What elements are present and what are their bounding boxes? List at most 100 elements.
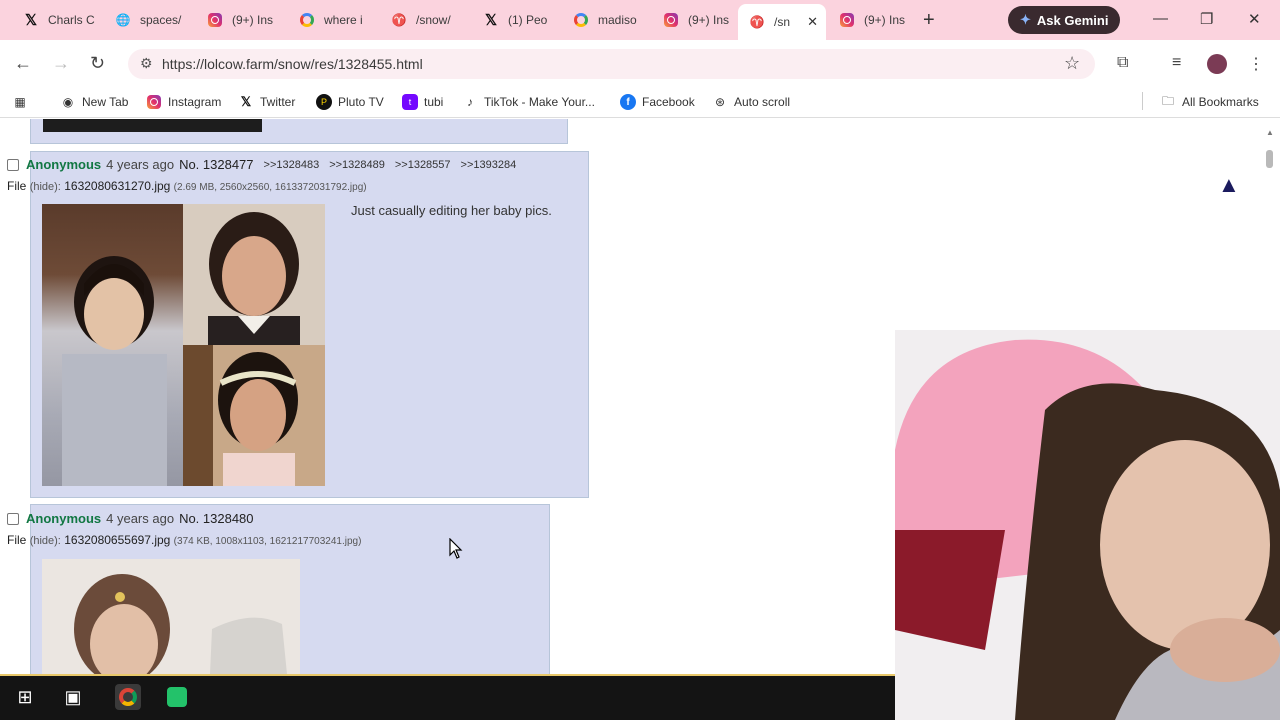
- instagram-icon: [146, 94, 162, 110]
- task-view-icon[interactable]: ▣: [60, 684, 86, 710]
- ask-gemini-button[interactable]: ✦ Ask Gemini: [1008, 6, 1120, 34]
- post-image-child-portrait-3[interactable]: [183, 345, 325, 486]
- tab-label: madiso: [598, 13, 637, 27]
- tab-label: Charls C: [48, 13, 95, 27]
- poster-name: Anonymous: [26, 511, 102, 526]
- backlink[interactable]: >>1328483: [264, 159, 320, 171]
- tab-instagram-1[interactable]: (9+) Ins: [196, 6, 284, 34]
- site-info-icon[interactable]: ⚙: [140, 55, 153, 72]
- forward-icon[interactable]: →: [52, 53, 70, 74]
- tab-google-madison[interactable]: madiso: [562, 6, 650, 34]
- all-bookmarks[interactable]: 🗀 All Bookmarks: [1160, 94, 1259, 110]
- previous-post-image: [43, 119, 262, 132]
- hide-link[interactable]: (hide):: [30, 181, 61, 193]
- apps-icon[interactable]: ▦: [12, 94, 28, 110]
- mouse-cursor-icon: [449, 537, 463, 565]
- file-label: File: [7, 533, 27, 547]
- tab-instagram-2[interactable]: (9+) Ins: [652, 6, 740, 34]
- restore-icon[interactable]: ❐: [1200, 10, 1213, 28]
- tab-label: /snow/: [416, 13, 451, 27]
- backlink[interactable]: >>1328557: [395, 159, 451, 171]
- menu-icon[interactable]: ⋮: [1248, 54, 1264, 74]
- close-window-icon[interactable]: ✕: [1248, 10, 1261, 28]
- file-link[interactable]: 1632080631270.jpg: [64, 179, 170, 193]
- file-meta: (374 KB, 1008x1103, 1621217703241.jpg): [173, 536, 362, 547]
- backlink[interactable]: >>1393284: [461, 159, 517, 171]
- bookmark-tubi[interactable]: t tubi: [402, 94, 443, 110]
- url-text[interactable]: https://lolcow.farm/snow/res/1328455.htm…: [162, 56, 423, 72]
- bookmark-tiktok[interactable]: ♪ TikTok - Make Your...: [462, 94, 595, 110]
- post-select-checkbox[interactable]: [7, 512, 19, 525]
- file-link[interactable]: 1632080655697.jpg: [64, 533, 170, 547]
- post-image-child-portrait-2[interactable]: [183, 204, 325, 345]
- post-header: Anonymous 4 years ago No. 1328477 >>1328…: [7, 157, 516, 172]
- post-number[interactable]: No. 1328477: [179, 157, 253, 172]
- folder-icon: 🗀: [1161, 93, 1174, 108]
- post-image-child-photo[interactable]: [42, 559, 300, 674]
- tiktok-icon: ♪: [467, 95, 473, 109]
- tab-google-where[interactable]: where i: [288, 6, 376, 34]
- instagram-icon: [206, 11, 224, 29]
- google-icon: [572, 11, 590, 29]
- chrome-taskbar-icon[interactable]: [115, 684, 141, 710]
- file-info: File (hide): 1632080631270.jpg (2.69 MB,…: [7, 179, 367, 193]
- tab-label: (9+) Ins: [688, 13, 730, 27]
- previous-post: [30, 119, 568, 144]
- minimize-icon[interactable]: —: [1153, 10, 1168, 27]
- close-tab-icon[interactable]: ✕: [807, 14, 818, 30]
- scroll-up-arrow-icon[interactable]: ▲: [1266, 128, 1274, 137]
- app-taskbar-icon[interactable]: [164, 684, 190, 710]
- poster-name: Anonymous: [26, 157, 102, 172]
- x-logo-icon: 𝕏: [240, 94, 252, 109]
- tab-strip: 𝕏 Charls C 🌐 spaces/ (9+) Ins where i ♈ …: [0, 0, 1280, 40]
- tab-label: /sn: [774, 15, 791, 29]
- windows-start-icon[interactable]: ⊞: [12, 684, 38, 710]
- post-image-child-portrait[interactable]: [42, 204, 183, 486]
- media-controls-icon[interactable]: ≡: [1172, 54, 1181, 72]
- x-logo-icon: 𝕏: [484, 12, 498, 29]
- bookmark-facebook[interactable]: f Facebook: [620, 94, 695, 110]
- tab-charls[interactable]: 𝕏 Charls C: [12, 6, 100, 34]
- lolcow-icon: ♈: [391, 13, 407, 27]
- post-select-checkbox[interactable]: [7, 158, 19, 171]
- tab-people[interactable]: 𝕏 (1) Peo: [472, 6, 560, 34]
- reload-icon[interactable]: ↻: [90, 53, 105, 74]
- instagram-icon: [662, 11, 680, 29]
- bookmark-pluto-tv[interactable]: P Pluto TV: [316, 94, 384, 110]
- tab-label: (1) Peo: [508, 13, 548, 27]
- all-bookmarks-label: All Bookmarks: [1182, 95, 1259, 109]
- gemini-label: Ask Gemini: [1036, 12, 1109, 28]
- bookmark-label: TikTok - Make Your...: [484, 95, 595, 109]
- hide-link[interactable]: (hide):: [30, 535, 61, 547]
- new-tab-icon[interactable]: +: [923, 9, 935, 32]
- file-label: File: [7, 179, 27, 193]
- tab-label: where i: [324, 13, 363, 27]
- bookmark-instagram[interactable]: Instagram: [146, 94, 221, 110]
- go-to-top-icon[interactable]: ▲: [1218, 172, 1240, 198]
- scrollbar-thumb[interactable]: [1266, 150, 1273, 168]
- bookmark-twitter[interactable]: 𝕏 Twitter: [238, 94, 296, 110]
- tab-snow-active[interactable]: ♈ /sn ✕: [738, 4, 826, 40]
- profile-avatar[interactable]: [1207, 54, 1227, 74]
- file-info: File (hide): 1632080655697.jpg (374 KB, …: [7, 533, 361, 547]
- bookmark-label: Facebook: [642, 95, 695, 109]
- post-number[interactable]: No. 1328480: [179, 511, 253, 526]
- bookmark-auto-scroll[interactable]: ⊛ Auto scroll: [712, 94, 790, 110]
- lolcow-icon: ♈: [749, 15, 765, 29]
- bookmark-star-icon[interactable]: ☆: [1064, 53, 1080, 74]
- back-icon[interactable]: ←: [14, 53, 32, 74]
- extensions-icon[interactable]: ⧉: [1117, 54, 1128, 72]
- tab-label: spaces/: [140, 13, 182, 27]
- bookmark-new-tab[interactable]: ◉ New Tab: [60, 94, 129, 110]
- chrome-icon: ◉: [62, 95, 74, 109]
- backlink[interactable]: >>1328489: [329, 159, 385, 171]
- bookmark-label: Auto scroll: [734, 95, 791, 109]
- tab-instagram-3[interactable]: (9+) Ins: [828, 6, 916, 34]
- bookmark-label: tubi: [424, 95, 444, 109]
- facebook-icon: f: [620, 94, 636, 110]
- tab-snow[interactable]: ♈ /snow/: [380, 6, 468, 34]
- bookmarks-divider: [1142, 92, 1143, 110]
- tab-spaces[interactable]: 🌐 spaces/: [104, 6, 192, 34]
- bookmark-label: Twitter: [260, 95, 296, 109]
- post-text: Just casually editing her baby pics.: [351, 203, 552, 218]
